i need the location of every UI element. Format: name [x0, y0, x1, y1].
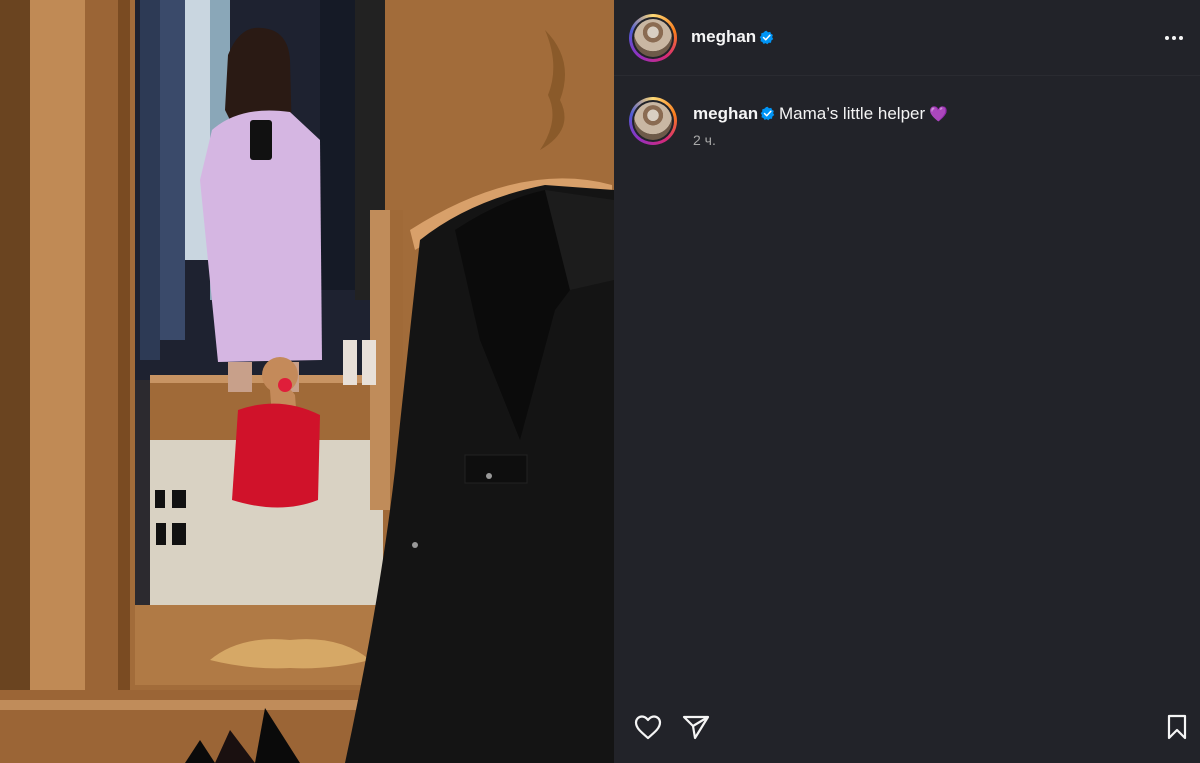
- photo-illustration: [0, 0, 614, 763]
- action-bar: [614, 705, 1200, 753]
- author-username[interactable]: meghan: [691, 27, 756, 47]
- share-button[interactable]: [680, 711, 712, 743]
- caption-text: Mama’s little helper 💜: [779, 104, 948, 124]
- verified-badge-icon: [760, 106, 775, 121]
- caption-avatar[interactable]: [629, 97, 677, 145]
- heart-icon: [634, 715, 662, 740]
- more-options-icon: [1165, 36, 1183, 40]
- verified-badge-icon: [759, 30, 774, 45]
- more-options-button[interactable]: [1160, 26, 1188, 50]
- author-avatar[interactable]: [629, 14, 677, 62]
- bookmark-icon: [1167, 714, 1187, 740]
- caption-username[interactable]: meghan: [693, 104, 758, 124]
- instagram-post-modal: meghan meghan Mama’s little helper 💜 2 ч…: [0, 0, 1200, 763]
- purple-heart-emoji: 💜: [929, 106, 948, 123]
- post-header: meghan: [614, 0, 1200, 76]
- caption-body: Mama’s little helper: [779, 104, 926, 123]
- post-photo[interactable]: [0, 0, 614, 763]
- save-button[interactable]: [1161, 711, 1193, 743]
- post-side-panel: meghan meghan Mama’s little helper 💜 2 ч…: [614, 0, 1200, 763]
- paper-plane-icon: [682, 715, 710, 740]
- post-timestamp[interactable]: 2 ч.: [693, 132, 716, 148]
- like-button[interactable]: [632, 711, 664, 743]
